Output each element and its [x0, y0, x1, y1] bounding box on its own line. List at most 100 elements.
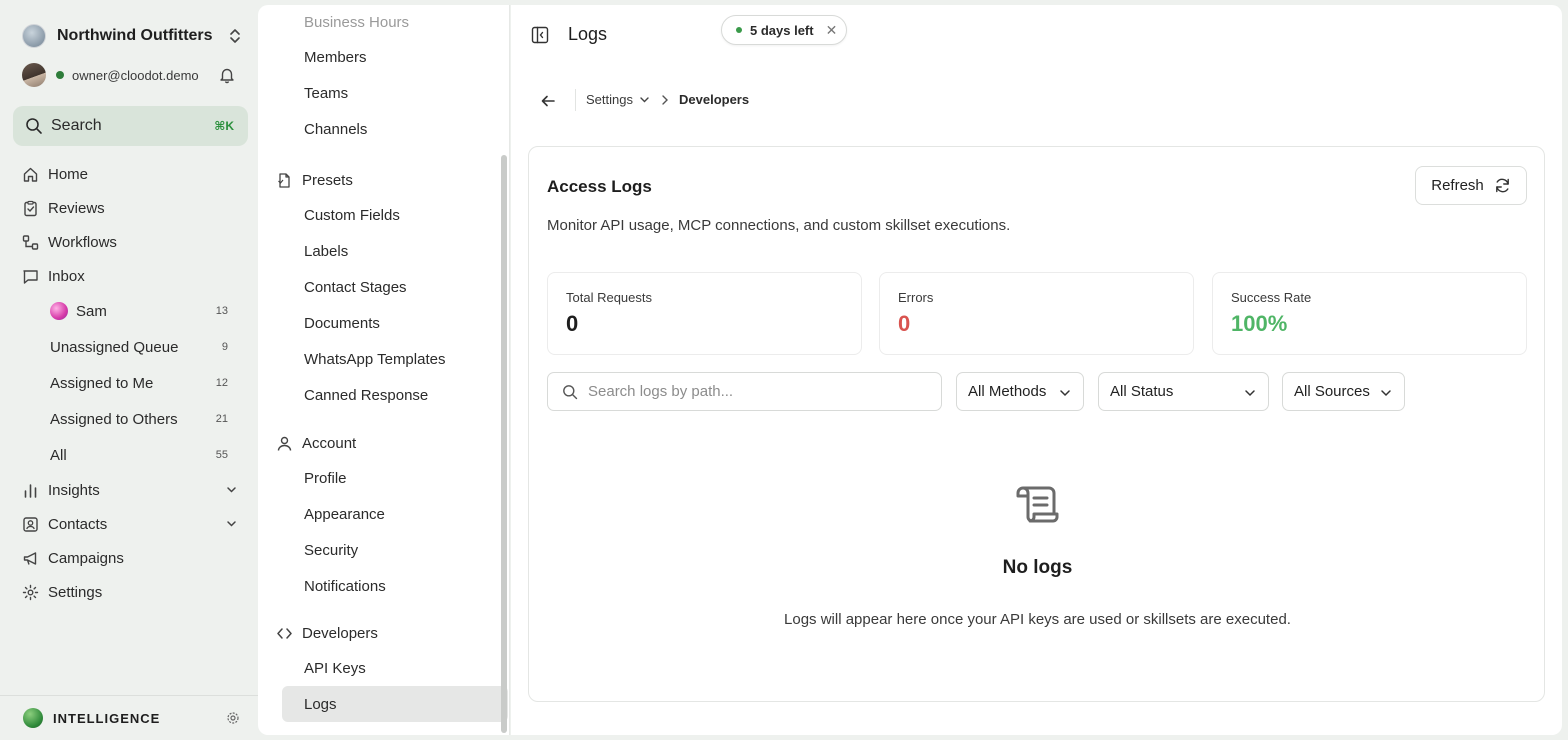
nav-label: Campaigns	[48, 549, 124, 567]
empty-state-title: No logs	[1002, 557, 1073, 578]
inbox-item-sam[interactable]: Sam 13	[0, 293, 258, 329]
org-avatar	[22, 24, 46, 48]
nav-item-contacts[interactable]: Contacts	[0, 507, 258, 541]
settings-item-canned-response[interactable]: Canned Response	[258, 377, 509, 413]
settings-item-documents[interactable]: Documents	[258, 305, 509, 341]
user-row[interactable]: owner@cloodot.demo	[22, 62, 242, 88]
org-name: Northwind Outfitters	[57, 27, 213, 44]
app-sidebar: Northwind Outfitters owner@cloodot.demo …	[0, 0, 258, 740]
org-switcher[interactable]: Northwind Outfitters	[22, 22, 242, 50]
file-icon	[278, 172, 290, 188]
global-search[interactable]: Search ⌘K	[13, 106, 248, 146]
chevron-down-icon[interactable]	[225, 517, 238, 530]
back-arrow-icon[interactable]	[540, 93, 556, 109]
nav-label: Inbox	[48, 267, 85, 285]
message-square-icon	[23, 269, 38, 284]
nav-item-campaigns[interactable]: Campaigns	[0, 541, 258, 575]
stat-label: Errors	[898, 290, 934, 305]
contact-card-icon	[23, 516, 38, 532]
nav-label: Home	[48, 165, 89, 183]
settings-item-security[interactable]: Security	[258, 532, 509, 568]
settings-item-channels[interactable]: Channels	[258, 111, 509, 147]
section-title: Presets	[302, 171, 353, 189]
close-icon[interactable]: ✕	[826, 22, 838, 39]
settings-scrollbar[interactable]	[501, 155, 507, 733]
methods-filter-select[interactable]: All Methods	[956, 372, 1084, 411]
access-logs-card: Access Logs Refresh Monitor API usage, M…	[528, 146, 1545, 702]
user-email: owner@cloodot.demo	[72, 67, 199, 83]
stat-label: Total Requests	[566, 290, 652, 305]
breadcrumb-current: Developers	[679, 92, 750, 107]
settings-section-account: Account	[258, 426, 509, 460]
search-shortcut: ⌘K	[214, 119, 234, 133]
log-search[interactable]	[547, 372, 942, 411]
home-icon	[23, 167, 38, 182]
brand-footer: INTELLIGENCE	[0, 695, 258, 740]
nav-item-insights[interactable]: Insights	[0, 473, 258, 507]
status-dot	[736, 27, 742, 33]
status-filter-select[interactable]: All Status	[1098, 372, 1269, 411]
trial-text: 5 days left	[750, 22, 814, 38]
settings-item-api-keys[interactable]: API Keys	[258, 650, 509, 686]
inbox-item-label: Sam	[76, 302, 107, 320]
nav-label: Insights	[48, 481, 100, 499]
settings-item-logs[interactable]: Logs	[282, 686, 508, 722]
settings-group-developers: Developers API Keys Logs	[258, 616, 509, 722]
sources-filter-select[interactable]: All Sources	[1282, 372, 1405, 411]
workflow-icon	[22, 234, 39, 250]
settings-item-profile[interactable]: Profile	[258, 460, 509, 496]
nav-item-settings[interactable]: Settings	[0, 575, 258, 609]
nav-item-workflows[interactable]: Workflows	[0, 225, 258, 259]
settings-item-custom-fields[interactable]: Custom Fields	[258, 197, 509, 233]
avatar	[22, 63, 46, 87]
nav-label: Reviews	[48, 199, 105, 217]
stat-value: 100%	[1231, 311, 1288, 336]
stat-label: Success Rate	[1231, 290, 1312, 305]
gear-icon[interactable]	[226, 711, 240, 725]
inbox-item-label: Assigned to Others	[50, 410, 178, 428]
inbox-item-assigned-to-others[interactable]: Assigned to Others 21	[0, 401, 258, 437]
chevron-down-icon	[1381, 390, 1391, 397]
settings-item-members[interactable]: Members	[258, 39, 509, 75]
page-title: Logs	[568, 24, 608, 44]
nav-item-inbox[interactable]: Inbox	[0, 259, 258, 293]
nav-item-home[interactable]: Home	[0, 157, 258, 191]
settings-item-teams[interactable]: Teams	[258, 75, 509, 111]
refresh-button[interactable]: Refresh	[1415, 166, 1527, 205]
inbox-count: 21	[215, 413, 228, 425]
search-icon	[26, 118, 42, 134]
settings-item-whatsapp-templates[interactable]: WhatsApp Templates	[258, 341, 509, 377]
settings-item-appearance[interactable]: Appearance	[258, 496, 509, 532]
inbox-item-assigned-to-me[interactable]: Assigned to Me 12	[0, 365, 258, 401]
breadcrumb-label: Settings	[586, 92, 633, 107]
sidebar-toggle-icon[interactable]	[531, 26, 549, 44]
inbox-count: 9	[221, 341, 228, 353]
code-icon	[277, 627, 292, 639]
search-icon	[563, 384, 578, 399]
breadcrumb-settings[interactable]: Settings	[586, 92, 650, 107]
refresh-icon	[1495, 178, 1509, 193]
settings-item-notifications[interactable]: Notifications	[258, 568, 509, 604]
user-icon	[277, 436, 292, 451]
stat-errors: Errors 0	[879, 272, 1194, 355]
trial-badge: 5 days left ✕	[721, 15, 847, 45]
chevron-down-icon[interactable]	[225, 483, 238, 496]
card-title: Access Logs	[547, 177, 652, 196]
chevron-down-icon	[1060, 390, 1070, 397]
bell-icon[interactable]	[218, 66, 236, 84]
inbox-item-all[interactable]: All 55	[0, 437, 258, 473]
stat-total-requests: Total Requests 0	[547, 272, 862, 355]
settings-item-contact-stages[interactable]: Contact Stages	[258, 269, 509, 305]
chevron-down-icon	[1245, 390, 1255, 397]
nav-label: Settings	[48, 583, 103, 601]
inbox-item-unassigned[interactable]: Unassigned Queue 9	[0, 329, 258, 365]
settings-item-business-hours[interactable]: Business Hours	[258, 5, 509, 39]
select-value: All Status	[1110, 383, 1174, 400]
inbox-count: 55	[215, 449, 228, 461]
section-title: Developers	[302, 624, 378, 642]
log-search-input[interactable]	[588, 383, 908, 400]
settings-item-labels[interactable]: Labels	[258, 233, 509, 269]
stat-value: 0	[898, 311, 911, 336]
settings-group-general: Business Hours Members Teams Channels	[258, 5, 509, 147]
nav-item-reviews[interactable]: Reviews	[0, 191, 258, 225]
